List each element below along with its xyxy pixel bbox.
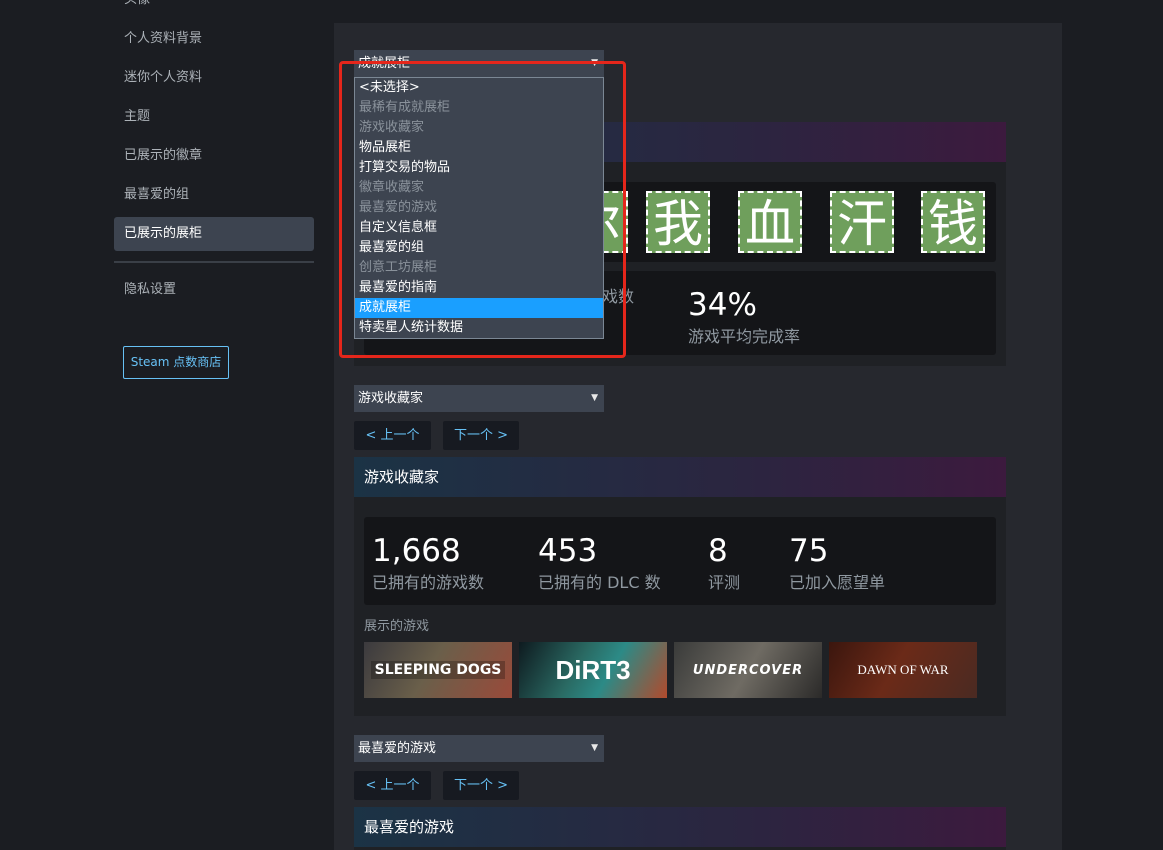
sidebar-item-privacy[interactable]: 隐私设置 (114, 273, 314, 307)
showcase-2-next-button[interactable]: 下一个 > (443, 421, 519, 450)
sidebar-item-groups[interactable]: 最喜爱的组 (114, 178, 314, 212)
nfs-undercover-capsule[interactable]: UNDERCOVER (674, 642, 822, 698)
stat-value: 1,668 (372, 533, 461, 569)
showcase-2-select[interactable]: 游戏收藏家 ▼ (354, 385, 604, 412)
stat-value: 453 (538, 533, 598, 569)
showcase-3-select-value: 最喜爱的游戏 (358, 741, 437, 756)
showcase-3-prev-button[interactable]: < 上一个 (354, 771, 431, 800)
game-capsule-title: UNDERCOVER (692, 662, 804, 678)
stat-value: 34% (688, 287, 757, 323)
stat-dlc-owned[interactable]: 453 已拥有的 DLC 数 (538, 517, 661, 595)
annotation-highlight-box (339, 61, 626, 358)
stat-value: 8 (708, 533, 728, 569)
game-collector-stats: 1,668 已拥有的游戏数 453 已拥有的 DLC 数 8 评测 75 已加入… (364, 517, 996, 605)
sidebar-item-mini-profile[interactable]: 迷你个人资料 (114, 61, 314, 95)
stat-label: 已拥有的 DLC 数 (538, 573, 661, 592)
stat-games-owned[interactable]: 1,668 已拥有的游戏数 (372, 517, 484, 595)
game-capsule-title: DiRT3 (555, 654, 631, 685)
game-capsule-title: SLEEPING DOGS (370, 661, 506, 679)
stat-label: 已加入愿望单 (789, 573, 886, 592)
achievement-icon[interactable]: 汗 (830, 191, 894, 253)
showcase-2-select-value: 游戏收藏家 (358, 391, 424, 406)
points-shop-button[interactable]: Steam 点数商店 (123, 346, 229, 379)
chevron-down-icon: ▼ (591, 743, 598, 753)
sidebar-item-showcases[interactable]: 已展示的展柜 (114, 217, 314, 251)
game-collector-showcase: 游戏收藏家 1,668 已拥有的游戏数 453 已拥有的 DLC 数 8 评测 … (354, 457, 1006, 716)
sidebar-item-badges[interactable]: 已展示的徽章 (114, 139, 314, 173)
showcase-2-prev-button[interactable]: < 上一个 (354, 421, 431, 450)
dirt3-capsule[interactable]: DiRT3 (519, 642, 667, 698)
sidebar-divider (114, 261, 314, 263)
achievement-icon[interactable]: 血 (738, 191, 802, 253)
showcase-3-select[interactable]: 最喜爱的游戏 ▼ (354, 735, 604, 762)
stat-avg-completion: 34% 游戏平均完成率 (688, 271, 800, 349)
stat-value: 75 (789, 533, 829, 569)
sleeping-dogs-capsule[interactable]: SLEEPING DOGS (364, 642, 512, 698)
sidebar-item-profile-background[interactable]: 个人资料背景 (114, 22, 314, 56)
stat-label: 评测 (708, 573, 741, 592)
game-collector-title: 游戏收藏家 (354, 457, 1006, 497)
stat-wishlist[interactable]: 75 已加入愿望单 (789, 517, 885, 595)
sidebar-item-theme[interactable]: 主题 (114, 100, 314, 134)
stat-label: 游戏平均完成率 (688, 327, 801, 346)
sidebar-item-avatar[interactable]: 头像 (114, 0, 314, 17)
stat-label: 已拥有的游戏数 (372, 573, 485, 592)
featured-games-label: 展示的游戏 (364, 619, 430, 634)
featured-games-row: SLEEPING DOGS DiRT3 UNDERCOVER DAWN OF W… (364, 642, 996, 698)
showcase-3-next-button[interactable]: 下一个 > (443, 771, 519, 800)
achievement-icon[interactable]: 我 (646, 191, 710, 253)
game-capsule-title: DAWN OF WAR (857, 662, 949, 677)
favorite-game-title: 最喜爱的游戏 (354, 807, 1006, 847)
favorite-game-showcase: 最喜爱的游戏 (354, 807, 1006, 850)
dawn-of-war-capsule[interactable]: DAWN OF WAR (829, 642, 977, 698)
stat-reviews[interactable]: 8 评测 (708, 517, 740, 595)
achievement-icon[interactable]: 钱 (921, 191, 985, 253)
chevron-down-icon: ▼ (591, 393, 598, 403)
